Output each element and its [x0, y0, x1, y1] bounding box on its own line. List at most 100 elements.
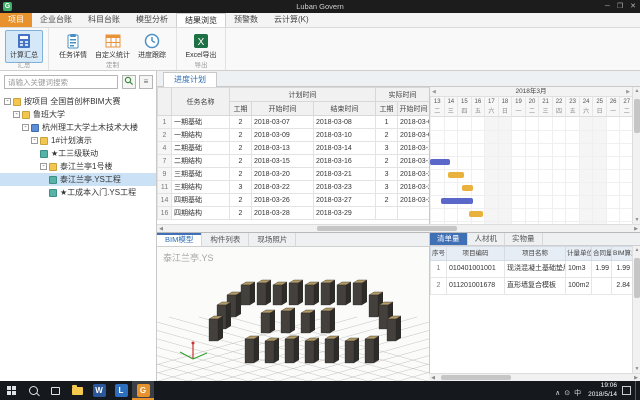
folder-icon: [13, 98, 21, 106]
quantity-tab-0[interactable]: 清单量: [430, 233, 468, 245]
gantt-bar[interactable]: [448, 172, 464, 178]
gantt-weekday-label: 二: [525, 107, 539, 117]
taskbar-button-luban[interactable]: G: [132, 381, 154, 400]
bim-viewer[interactable]: 泰江兰亭.YS: [157, 247, 429, 381]
quantity-tab-1[interactable]: 人材机: [468, 233, 506, 245]
scroll-up-icon[interactable]: ▲: [633, 87, 640, 95]
quantity-row[interactable]: 1010401001001现浇混凝土基础垫层10m31.991.99: [431, 261, 633, 278]
schedule-row[interactable]: 2一期结构22018-03-092018-03-1022018-03-0: [158, 129, 430, 142]
gantt-bar[interactable]: [430, 159, 450, 165]
gantt-next-icon[interactable]: ▶: [626, 87, 630, 97]
tray-icons: ∧ ⊙ 中: [553, 382, 583, 400]
schedule-horizontal-scrollbar[interactable]: ◀ ▶: [157, 224, 640, 232]
ribbon-tab-0[interactable]: 项目: [0, 13, 32, 27]
app-blue-icon: L: [115, 384, 128, 397]
ribbon-tab-1[interactable]: 企业台账: [32, 13, 80, 27]
gantt-day-label: 25: [592, 97, 606, 107]
show-desktop-button[interactable]: [635, 381, 640, 400]
taskbar-button-start[interactable]: [0, 381, 22, 400]
taskbar-button-search[interactable]: [22, 381, 44, 400]
gantt-weekday-label: 三: [444, 107, 458, 117]
filter-icon[interactable]: ≡: [139, 75, 153, 89]
quantity-row[interactable]: 2011201001678直形墙复合模板100m22.84: [431, 278, 633, 295]
schedule-row[interactable]: 16四期结构22018-03-282018-03-29: [158, 207, 430, 220]
tree-item[interactable]: -按项目 全国首创杯BIM大赛: [0, 95, 156, 108]
tree-item-label: ★工成本入门.YS工程: [60, 187, 136, 198]
quantity-table: 序号项目编码项目名称计量单位合同量BIM算量1010401001001现浇混凝土…: [429, 246, 632, 373]
tree-item[interactable]: -1#计划演示: [0, 134, 156, 147]
gantt-bar[interactable]: [441, 198, 473, 204]
ribbon-groups: 计算汇总汇总任务详情自定义统计进度跟踪定制XExcel导出导出: [0, 28, 640, 71]
gantt-bar[interactable]: [462, 185, 473, 191]
schedule-row[interactable]: 11三期结构32018-03-222018-03-2332018-03-2: [158, 181, 430, 194]
tree-item[interactable]: -杭州理工大学土木技术大楼: [0, 121, 156, 134]
gantt-weekday-label: 二: [619, 107, 632, 117]
tree-expander-icon[interactable]: -: [40, 163, 47, 170]
gantt-weekday-label: 日: [498, 107, 512, 117]
gantt-weekday-label: 六: [484, 107, 498, 117]
word-icon: W: [93, 384, 106, 397]
table-icon: [105, 33, 121, 49]
ribbon-group-label: 导出: [177, 59, 225, 69]
folder-icon: [22, 111, 30, 119]
ribbon-tab-3[interactable]: 模型分析: [128, 13, 176, 27]
notification-center-icon[interactable]: [622, 386, 631, 395]
ribbon-tabs: 项目企业台账科目台账模型分析结果浏览预警数云计算(K): [0, 13, 640, 28]
tray-icon-1[interactable]: ⊙: [564, 390, 570, 397]
tree-expander-icon[interactable]: -: [22, 124, 29, 131]
tree-item[interactable]: 泰江兰亭.YS工程: [0, 173, 156, 186]
taskbar-button-word[interactable]: W: [88, 381, 110, 400]
taskbar-clock[interactable]: 19:06 2018/5/14: [588, 382, 617, 398]
taskbar-button-app-blue[interactable]: L: [110, 381, 132, 400]
maximize-icon[interactable]: ❐: [617, 3, 623, 10]
ribbon-tab-2[interactable]: 科目台账: [80, 13, 128, 27]
quantity-vertical-scrollbar[interactable]: ▲ ▼: [632, 246, 640, 373]
viewer-watermark: 泰江兰亭.YS: [163, 251, 214, 264]
bim-tab-2[interactable]: 现场照片: [249, 233, 296, 246]
tree-expander-icon[interactable]: -: [13, 111, 20, 118]
search-input[interactable]: [4, 75, 118, 89]
close-icon[interactable]: ✕: [630, 3, 636, 10]
folder-icon: [40, 137, 48, 145]
ribbon-tab-6[interactable]: 云计算(K): [266, 13, 317, 27]
taskbar-button-file-explorer[interactable]: [66, 381, 88, 400]
sidebar: ≡ -按项目 全国首创杯BIM大赛-鲁班大学-杭州理工大学土木技术大楼-1#计划…: [0, 71, 157, 381]
search-icon[interactable]: [122, 75, 136, 89]
quantity-tab-2[interactable]: 实物量: [505, 233, 543, 245]
ribbon-tab-5[interactable]: 预警数: [226, 13, 266, 27]
tree-item[interactable]: ★工成本入门.YS工程: [0, 186, 156, 199]
tree-expander-icon[interactable]: -: [4, 98, 11, 105]
scroll-down-icon[interactable]: ▼: [633, 216, 640, 224]
gantt-weekday-label: 五: [471, 107, 485, 117]
bim-tab-1[interactable]: 构件列表: [202, 233, 249, 246]
detail-icon: [65, 33, 81, 49]
tray-icon-2[interactable]: 中: [574, 390, 581, 397]
schedule-row[interactable]: 14四期基础22018-03-262018-03-2722018-03-2: [158, 194, 430, 207]
scroll-down-icon[interactable]: ▼: [633, 365, 640, 373]
minimize-icon[interactable]: ─: [605, 3, 610, 10]
taskbar-button-task-view[interactable]: [44, 381, 66, 400]
tree-item[interactable]: ★工三级联动: [0, 147, 156, 160]
tree-expander-icon[interactable]: -: [31, 137, 38, 144]
quantity-horizontal-scrollbar[interactable]: ◀ ▶: [429, 373, 640, 381]
schedule-row[interactable]: 7二期结构22018-03-152018-03-1622018-03-1: [158, 155, 430, 168]
document-tabs: 进度计划: [157, 71, 640, 87]
schedule-row[interactable]: 9三期基础22018-03-202018-03-2132018-03-2: [158, 168, 430, 181]
schedule-row[interactable]: 1一期基础22018-03-072018-03-0812018-03-0: [158, 116, 430, 129]
scroll-up-icon[interactable]: ▲: [633, 246, 640, 254]
schedule-row[interactable]: 4二期基础22018-03-132018-03-1432018-03-1: [158, 142, 430, 155]
tab-schedule-plan[interactable]: 进度计划: [163, 72, 217, 87]
gantt-day-label: 19: [511, 97, 525, 107]
bim-3d-model[interactable]: [157, 247, 429, 381]
tray-icon-0[interactable]: ∧: [555, 390, 560, 397]
gantt-weekday-label: 三: [538, 107, 552, 117]
bim-tabs: BIM模型构件列表现场照片: [157, 232, 429, 247]
gantt-vertical-scrollbar[interactable]: ▲ ▼: [632, 87, 640, 224]
calc-icon: [16, 33, 32, 49]
bim-tab-0[interactable]: BIM模型: [157, 233, 202, 246]
tree-item[interactable]: -泰江兰亭1号楼: [0, 160, 156, 173]
tree-item[interactable]: -鲁班大学: [0, 108, 156, 121]
gantt-bar[interactable]: [469, 211, 483, 217]
gantt-prev-icon[interactable]: ◀: [432, 87, 436, 97]
ribbon-tab-4[interactable]: 结果浏览: [176, 13, 226, 27]
